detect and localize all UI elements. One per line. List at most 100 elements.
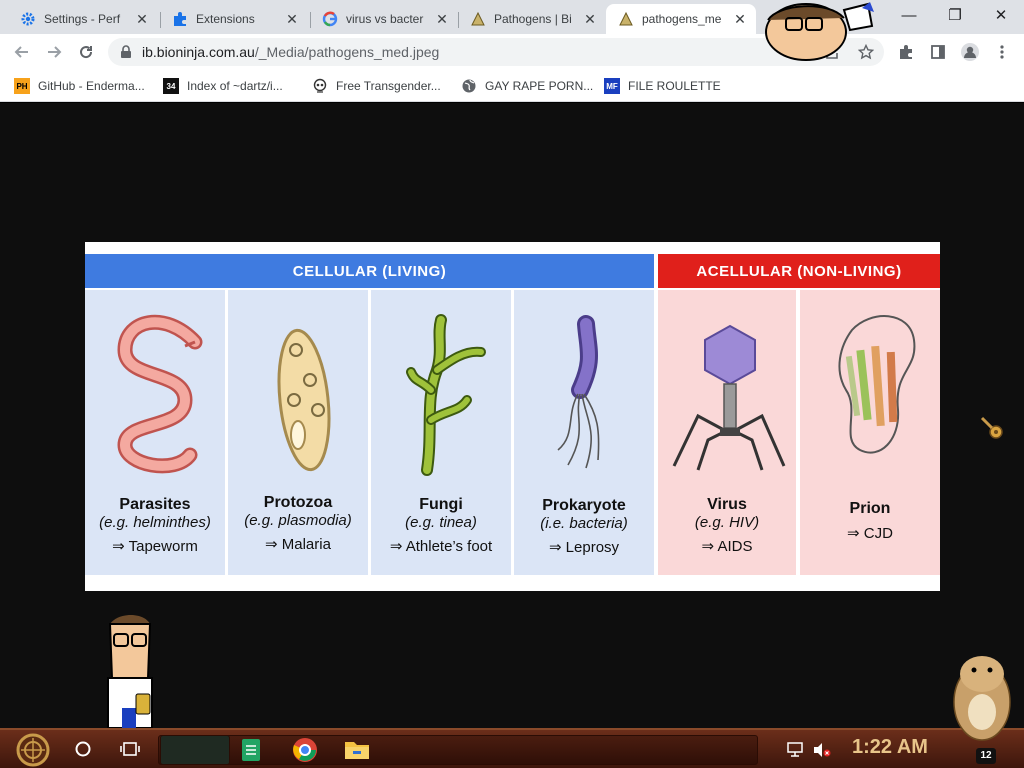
lock-icon xyxy=(121,45,131,58)
file-explorer-icon[interactable] xyxy=(344,738,370,760)
skull-icon xyxy=(313,78,327,93)
bookmark-item[interactable]: GAY RAPE PORN... xyxy=(461,77,593,95)
acellular-header: ACELLULAR (NON-LIVING) xyxy=(658,254,940,288)
tab-close-button[interactable]: ✕ xyxy=(134,11,150,27)
pathogen-example: (i.e. bacteria) xyxy=(540,515,628,532)
pathogen-disease: ⇒ AIDS xyxy=(701,538,753,555)
pathogen-example: (e.g. plasmodia) xyxy=(244,512,352,529)
puzzle-icon xyxy=(174,12,186,26)
bookmark-item[interactable]: PH GitHub - Enderma... xyxy=(14,77,145,95)
globe-icon xyxy=(462,79,476,93)
chrome-icon[interactable] xyxy=(292,737,318,763)
back-button[interactable] xyxy=(8,38,36,66)
url-path: /_Media/pathogens_med.jpeg xyxy=(254,44,440,60)
worm-illustration xyxy=(117,314,203,474)
pathogen-disease: ⇒ Malaria xyxy=(265,536,331,553)
bookmark-label: GitHub - Enderma... xyxy=(38,79,145,93)
mft-icon: MF xyxy=(604,78,620,94)
hamster-overlay xyxy=(953,656,1011,741)
pathogen-caption: Prion ⇒ CJD xyxy=(800,500,940,542)
kebab-menu-icon xyxy=(1000,45,1004,59)
tab-close-button[interactable]: ✕ xyxy=(434,11,450,27)
pathogen-panel-protozoa: Protozoa (e.g. plasmodia) ⇒ Malaria xyxy=(228,290,368,575)
network-icon[interactable] xyxy=(786,742,804,758)
clock[interactable]: 1:22 AM xyxy=(852,736,928,759)
screen: Settings - Perf ✕ Extensions ✕ virus vs … xyxy=(0,0,1024,768)
fungi-illustration xyxy=(406,314,486,476)
tab-close-button[interactable]: ✕ xyxy=(284,11,300,27)
bacterium-illustration xyxy=(557,315,600,469)
google-icon xyxy=(322,11,338,27)
taskbar: 1:22 AM 12 xyxy=(0,728,1024,768)
bookmark-item[interactable]: 34 Index of ~dartz/i... xyxy=(163,77,283,95)
tab-title: Extensions xyxy=(196,12,255,26)
notification-count-badge[interactable]: 12 xyxy=(976,748,996,764)
bioninja-icon xyxy=(471,11,485,26)
protozoa-illustration xyxy=(277,328,331,472)
pathogen-disease: ⇒ CJD xyxy=(847,525,893,542)
pathogen-name: Prion xyxy=(849,500,891,517)
tab-close-button[interactable]: ✕ xyxy=(582,11,598,27)
pathogen-disease: ⇒ Tapeworm xyxy=(112,538,198,555)
side-panel-button[interactable] xyxy=(924,38,952,66)
pathogen-example: (e.g. HIV) xyxy=(694,514,760,531)
tab-title: Settings - Perf xyxy=(44,12,121,26)
pathogen-panel-prion: Prion ⇒ CJD xyxy=(800,290,940,575)
pathogen-name: Protozoa xyxy=(263,494,333,511)
bookmark-label: GAY RAPE PORN... xyxy=(485,79,594,93)
pathogen-example: (e.g. tinea) xyxy=(405,514,477,531)
bacteriophage-illustration xyxy=(672,324,786,471)
tab-pathogens-image[interactable]: pathogens_me ✕ xyxy=(606,4,756,34)
minimize-button[interactable]: — xyxy=(886,0,932,30)
start-button[interactable] xyxy=(10,732,56,768)
extensions-button[interactable] xyxy=(892,38,920,66)
cartoon-character-overlay xyxy=(107,615,153,728)
pathogen-panel-prokaryote: Prokaryote (i.e. bacteria) ⇒ Leprosy xyxy=(514,290,654,575)
puzzle-icon xyxy=(900,45,912,59)
profile-button[interactable] xyxy=(956,38,984,66)
tab-title: virus vs bacter xyxy=(346,12,424,26)
bookmark-label: FILE ROULETTE xyxy=(628,79,721,93)
tab-settings[interactable]: Settings - Perf ✕ xyxy=(8,4,158,34)
tab-pathogens-bioninja[interactable]: Pathogens | Bi ✕ xyxy=(458,4,606,34)
window-close-button[interactable]: ✕ xyxy=(978,0,1024,30)
pathogen-panel-virus: Virus (e.g. HIV) ⇒ AIDS xyxy=(658,290,796,575)
tab-extensions[interactable]: Extensions ✕ xyxy=(160,4,308,34)
tab-google-search[interactable]: virus vs bacter ✕ xyxy=(310,4,458,34)
menu-button[interactable] xyxy=(988,38,1016,66)
cartoon-character-overlay xyxy=(765,2,874,61)
pathogen-example: (e.g. helminthes) xyxy=(99,514,211,531)
pathogen-panel-fungi: Fungi (e.g. tinea) ⇒ Athlete’s foot xyxy=(371,290,511,575)
pathogen-name: Virus xyxy=(707,496,747,513)
avatar-icon xyxy=(961,43,979,61)
pathogen-name: Fungi xyxy=(419,496,463,513)
search-icon[interactable] xyxy=(74,740,92,758)
sheets-icon[interactable] xyxy=(240,738,262,762)
url-text: ib.bioninja.com.au/_Media/pathogens_med.… xyxy=(142,44,439,60)
maximize-button[interactable]: ❐ xyxy=(932,0,978,30)
pathogens-figure[interactable]: CELLULAR (LIVING) ACELLULAR (NON-LIVING)… xyxy=(85,242,940,591)
task-view-icon[interactable] xyxy=(120,740,140,758)
pathogen-name: Parasites xyxy=(119,496,191,513)
arrow-left-icon xyxy=(14,46,28,58)
bookmark-item[interactable]: Free Transgender... xyxy=(312,77,441,95)
pathogen-name: Prokaryote xyxy=(542,497,626,514)
reload-icon xyxy=(80,46,93,59)
side-panel-icon xyxy=(931,45,945,59)
pathogen-caption: Fungi (e.g. tinea) ⇒ Athlete’s foot xyxy=(371,496,511,555)
url-domain: ib.bioninja.com.au xyxy=(142,44,255,60)
cellular-header: CELLULAR (LIVING) xyxy=(85,254,654,288)
tab-title: pathogens_me xyxy=(642,12,722,26)
gear-icon xyxy=(21,12,35,26)
bookmark-label: Index of ~dartz/i... xyxy=(187,79,283,93)
tab-close-button[interactable]: ✕ xyxy=(732,11,748,27)
prion-illustration xyxy=(838,315,916,454)
bookmark-label: Free Transgender... xyxy=(336,79,441,93)
bookmark-item[interactable]: MF FILE ROULETTE xyxy=(604,77,721,95)
reload-button[interactable] xyxy=(72,38,100,66)
volume-muted-icon[interactable] xyxy=(812,742,832,758)
bioninja-icon xyxy=(619,11,633,26)
pathogen-caption: Prokaryote (i.e. bacteria) ⇒ Leprosy xyxy=(514,497,654,556)
forward-button[interactable] xyxy=(40,38,68,66)
pathogen-disease: ⇒ Athlete’s foot xyxy=(389,538,493,555)
